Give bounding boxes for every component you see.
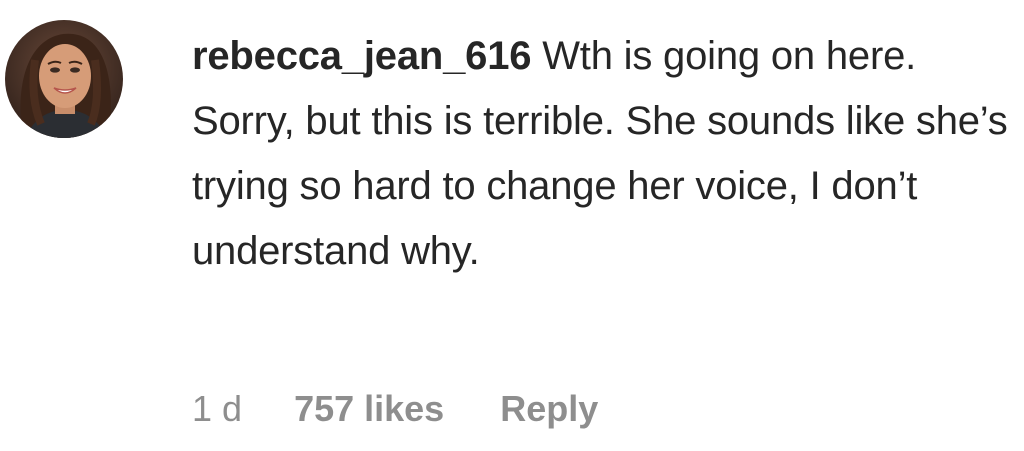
user-avatar[interactable]: [5, 20, 123, 138]
comment-meta: 1 d 757 likes Reply: [192, 385, 598, 433]
comment-timestamp[interactable]: 1 d: [192, 385, 242, 433]
reply-button[interactable]: Reply: [500, 385, 598, 433]
comment: rebecca_jean_616 Wth is going on here. S…: [0, 0, 1024, 451]
avatar-photo-icon: [5, 20, 123, 138]
comment-likes[interactable]: 757 likes: [294, 385, 444, 433]
comment-username[interactable]: rebecca_jean_616: [192, 34, 532, 78]
comment-body: rebecca_jean_616 Wth is going on here. S…: [192, 24, 1012, 284]
